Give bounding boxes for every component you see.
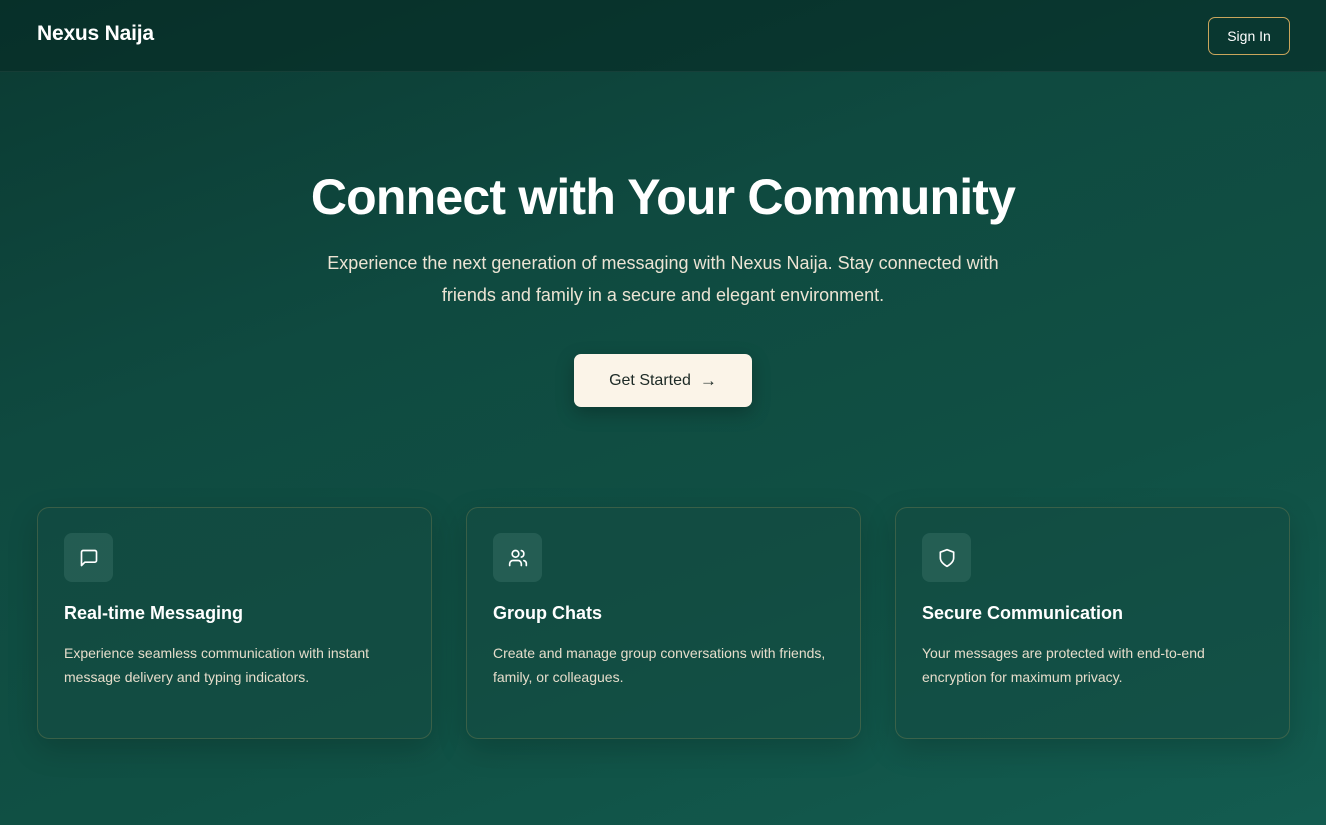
feature-description: Experience seamless communication with i… — [64, 645, 370, 685]
feature-card-realtime-messaging: Real-time Messaging Experience seamless … — [37, 507, 432, 739]
feature-card-group-chats: Group Chats Create and manage group conv… — [466, 507, 861, 739]
arrow-right-icon: → — [699, 370, 717, 390]
brand-logo[interactable]: Nexus Naija — [37, 22, 154, 46]
hero-title: Connect with Your Community — [310, 169, 1016, 225]
feature-card-secure-communication: Secure Communication Your messages are p… — [895, 507, 1290, 739]
feature-title: Group Chats — [493, 603, 603, 623]
get-started-label: Get Started — [609, 371, 691, 389]
get-started-button[interactable]: Get Started → — [574, 354, 752, 407]
feature-title: Secure Communication — [922, 603, 1124, 623]
sign-in-button[interactable]: Sign In — [1208, 17, 1290, 55]
feature-description: Create and manage group conversations wi… — [493, 645, 826, 685]
hero-subtitle: Experience the next generation of messag… — [327, 253, 999, 305]
feature-title: Real-time Messaging — [64, 603, 244, 623]
shield-icon — [922, 533, 971, 582]
message-square-icon — [64, 533, 113, 582]
top-navbar: Nexus Naija Sign In — [0, 0, 1326, 72]
feature-description: Your messages are protected with end-to-… — [922, 645, 1205, 685]
users-icon — [493, 533, 542, 582]
